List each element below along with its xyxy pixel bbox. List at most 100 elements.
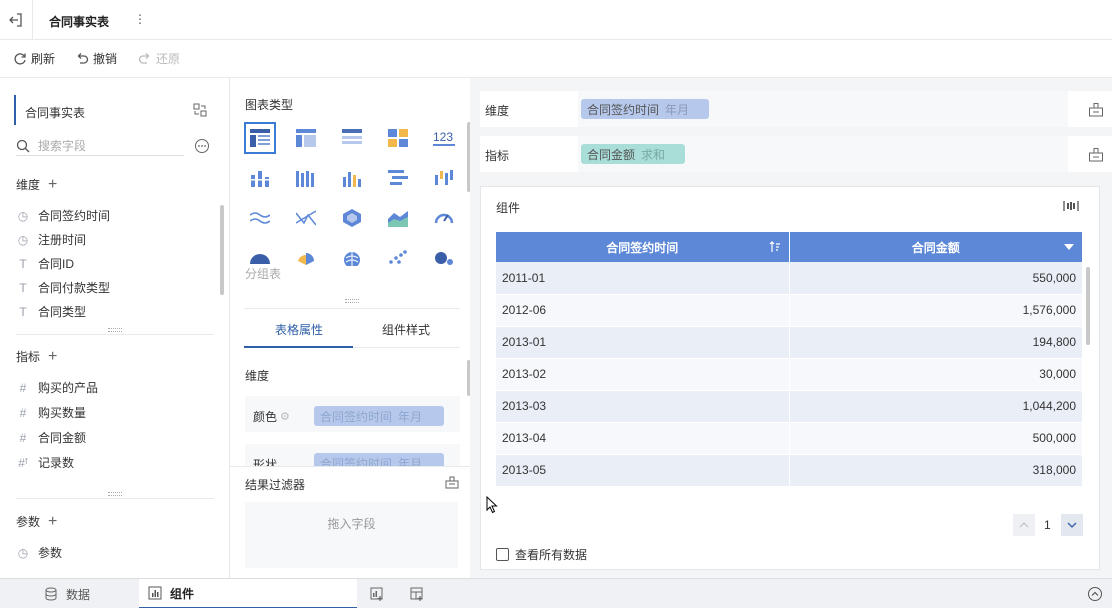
view-all-label: 查看所有数据 <box>515 548 588 562</box>
resize-handle[interactable] <box>345 299 359 303</box>
chart-type-stacked-column[interactable] <box>244 162 276 194</box>
dimension-shelf: 维度 合同签约时间 年月 <box>480 91 1112 127</box>
column-header-label: 合同签约时间 <box>606 240 679 255</box>
field-item[interactable]: #ᶠ 记录数 <box>16 454 74 471</box>
chart-type-scatter[interactable] <box>382 242 414 274</box>
search-input[interactable]: 搜索字段 <box>38 137 86 154</box>
bottom-bar: 数据 组件 <box>0 578 1112 608</box>
chart-type-bubble[interactable] <box>428 242 460 274</box>
add-dimension-icon[interactable]: + <box>48 176 57 192</box>
table-row: 2011-01 550,000 <box>496 262 1082 295</box>
chart-type-gauge[interactable] <box>428 202 460 234</box>
field-item[interactable]: ◷ 注册时间 <box>16 231 86 248</box>
tab-table-properties[interactable]: 表格属性 <box>275 321 323 338</box>
column-header-sign-time[interactable]: 合同签约时间 <box>496 232 789 262</box>
view-all-checkbox[interactable] <box>496 548 509 561</box>
chart-type-map[interactable] <box>336 242 368 274</box>
more-vertical-icon[interactable]: ⋮ <box>134 12 146 26</box>
shape-field-pill[interactable]: 合同签约时间 年月 <box>314 453 444 466</box>
dimension-scrollbar[interactable] <box>220 205 224 295</box>
table-name[interactable]: 合同事实表 <box>25 104 85 121</box>
redo-button[interactable]: 还原 <box>138 50 180 67</box>
add-component-icon[interactable] <box>370 587 384 601</box>
resize-handle[interactable] <box>108 492 122 496</box>
refresh-button[interactable]: 刷新 <box>13 50 55 67</box>
chart-type-cross-table[interactable] <box>336 122 368 154</box>
measure-pill[interactable]: 合同金额 求和 <box>581 144 685 164</box>
config-panel: 图表类型 123 分组表 表格属性 组件样式 维度 颜色 ⚙ 合同签约时间 年月… <box>230 78 471 578</box>
sort-icon[interactable] <box>769 241 781 253</box>
search-icon <box>16 139 30 153</box>
pill-field: 合同金额 <box>587 147 636 162</box>
cell-date: 2013-01 <box>496 326 789 359</box>
chart-type-rose[interactable] <box>290 242 322 274</box>
hash-calc-icon: #ᶠ <box>18 455 28 470</box>
view-all-data[interactable]: 查看所有数据 <box>496 546 587 563</box>
search-field[interactable]: 搜索字段 <box>16 136 184 156</box>
field-item[interactable]: T 合同付款类型 <box>16 279 110 296</box>
cell-date: 2013-04 <box>496 422 789 455</box>
switch-table-icon[interactable] <box>193 103 207 117</box>
chart-type-radar[interactable] <box>336 202 368 234</box>
tab-component-label: 组件 <box>170 586 195 601</box>
field-name: 购买数量 <box>38 406 87 420</box>
chart-type-bar[interactable] <box>382 162 414 194</box>
chart-type-area[interactable] <box>382 202 414 234</box>
cell-date: 2013-02 <box>496 358 789 391</box>
column-adjust-icon[interactable] <box>1063 199 1079 213</box>
column-header-amount[interactable]: 合同金额 <box>788 232 1082 262</box>
add-dashboard-icon[interactable] <box>410 587 424 601</box>
table-scrollbar[interactable] <box>1086 267 1090 345</box>
gear-icon[interactable]: ⚙ <box>280 410 290 423</box>
undo-button[interactable]: 撤销 <box>75 50 117 67</box>
filter-drop-zone[interactable]: 拖入字段 <box>245 502 458 568</box>
color-text: 颜色 <box>253 410 278 424</box>
dimension-drop-area[interactable]: 合同签约时间 年月 <box>578 91 1068 127</box>
field-item[interactable]: # 购买数量 <box>16 404 86 421</box>
table-row: 2013-01 194,800 <box>496 326 1082 359</box>
chart-type-detail-table[interactable] <box>290 122 322 154</box>
tab-data[interactable]: 数据 <box>44 579 138 608</box>
field-item[interactable]: # 合同金额 <box>16 429 86 446</box>
more-options-icon[interactable] <box>194 138 210 154</box>
measure-title: 指标 <box>16 350 41 364</box>
table-header-row: 合同签约时间 合同金额 <box>496 232 1082 262</box>
chart-type-line-marker[interactable] <box>290 202 322 234</box>
chart-type-line[interactable] <box>244 202 276 234</box>
field-item[interactable]: ◷ 合同签约时间 <box>16 207 110 224</box>
exit-icon[interactable] <box>8 12 24 28</box>
redo-icon <box>138 52 152 66</box>
next-page-button[interactable] <box>1061 514 1083 536</box>
chart-type-number[interactable]: 123 <box>428 122 460 154</box>
undo-icon <box>75 52 89 66</box>
add-param-icon[interactable]: + <box>48 513 57 529</box>
filter-settings-icon[interactable] <box>445 475 459 489</box>
chart-type-grouped-column[interactable] <box>290 162 322 194</box>
field-item[interactable]: ◷ 参数 <box>16 544 62 561</box>
add-measure-icon[interactable]: + <box>48 348 57 364</box>
measure-shelf-settings-icon[interactable] <box>1088 146 1104 162</box>
tab-component[interactable]: 组件 <box>139 579 357 608</box>
pill-field: 合同签约时间 <box>587 102 660 117</box>
chart-type-kpi-card[interactable] <box>382 122 414 154</box>
dimension-shelf-settings-icon[interactable] <box>1088 101 1104 117</box>
tab-component-style[interactable]: 组件样式 <box>382 321 430 338</box>
resize-handle[interactable] <box>108 328 122 332</box>
table-indicator <box>14 95 16 125</box>
pill-agg: 年月 <box>665 102 690 117</box>
color-field-pill[interactable]: 合同签约时间 年月 <box>314 406 444 426</box>
dimension-pill[interactable]: 合同签约时间 年月 <box>581 99 709 119</box>
chart-type-range-column[interactable] <box>428 162 460 194</box>
field-item[interactable]: # 购买的产品 <box>16 379 98 396</box>
field-item[interactable]: T 合同ID <box>16 255 74 272</box>
collapse-up-icon[interactable] <box>1087 586 1103 602</box>
chart-type-column[interactable] <box>336 162 368 194</box>
canvas-area: 维度 合同签约时间 年月 指标 合同金额 求和 组件 合同签约时间 合同金额 2… <box>470 78 1112 578</box>
measure-drop-area[interactable]: 合同金额 求和 <box>578 136 1068 172</box>
divider <box>230 466 470 467</box>
field-item[interactable]: T 合同类型 <box>16 303 86 320</box>
dropdown-icon[interactable] <box>1064 243 1074 251</box>
cell-date: 2013-03 <box>496 390 789 423</box>
prev-page-button[interactable] <box>1013 514 1035 536</box>
chart-type-group-table[interactable] <box>244 122 276 154</box>
